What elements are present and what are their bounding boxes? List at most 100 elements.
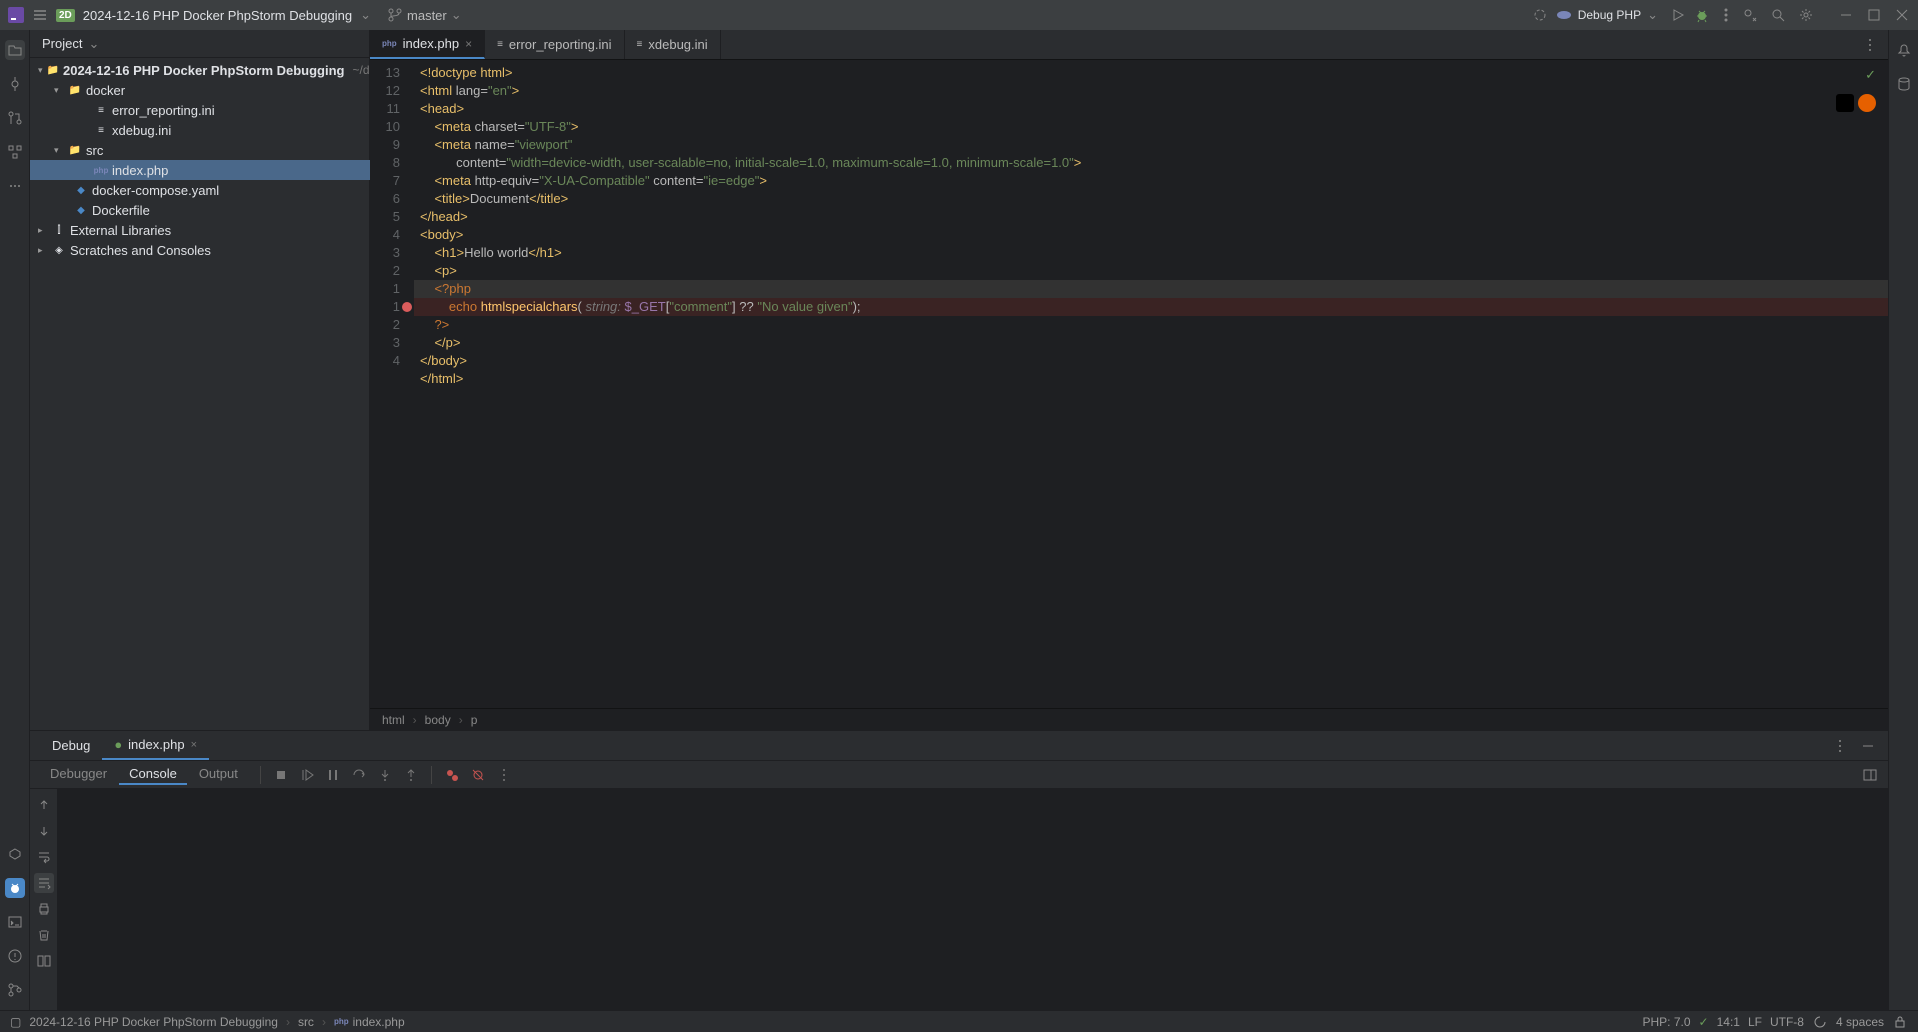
git-branch[interactable]: master ⌄ — [387, 7, 462, 23]
code-area[interactable]: ✓ 13 12 11 10 9 8 7 — [370, 60, 1888, 708]
more-tools-icon[interactable] — [5, 176, 25, 196]
project-tool-icon[interactable] — [5, 40, 25, 60]
php-version[interactable]: PHP: 7.0 — [1643, 1015, 1691, 1029]
notifications-icon[interactable] — [1894, 40, 1914, 60]
breadcrumb-item[interactable]: p — [471, 713, 478, 727]
minimize-panel-icon[interactable] — [1860, 738, 1876, 754]
stop-icon[interactable] — [273, 767, 289, 783]
close-tab-icon[interactable]: × — [465, 37, 472, 51]
library-icon: ⫿ — [52, 223, 66, 237]
minimize-icon[interactable] — [1838, 7, 1854, 23]
debug-icon[interactable] — [1694, 7, 1710, 23]
main-menu-icon[interactable] — [32, 7, 48, 23]
tree-scratches[interactable]: ▸ ◈ Scratches and Consoles — [30, 240, 370, 260]
tree-file-dockerfile[interactable]: ◆ Dockerfile — [30, 200, 370, 220]
console-subtab[interactable]: Console — [119, 764, 187, 785]
settings-icon[interactable] — [1798, 7, 1814, 23]
updates-icon[interactable] — [1532, 7, 1548, 23]
line-separator[interactable]: LF — [1748, 1015, 1762, 1029]
tree-file-error-ini[interactable]: ≡ error_reporting.ini — [30, 100, 370, 120]
breadcrumb-item[interactable]: html — [382, 713, 405, 727]
debug-more-toolbar-icon[interactable] — [496, 767, 512, 783]
scroll-down-icon[interactable] — [34, 821, 54, 841]
pause-icon[interactable] — [325, 767, 341, 783]
structure-tool-icon[interactable] — [5, 142, 25, 162]
tab-error-reporting[interactable]: ≡ error_reporting.ini — [485, 30, 624, 59]
editor-breadcrumb[interactable]: html › body › p — [370, 708, 1888, 730]
console-output[interactable] — [58, 789, 1888, 1010]
debug-more-icon[interactable] — [1832, 738, 1848, 754]
run-config-dropdown-icon: ⌄ — [1647, 7, 1658, 23]
step-into-icon[interactable] — [377, 767, 393, 783]
search-icon[interactable] — [1770, 7, 1786, 23]
maximize-icon[interactable] — [1866, 7, 1882, 23]
console-toolbar — [30, 789, 58, 1010]
vcs-tool-icon[interactable] — [5, 980, 25, 1000]
debug-toolbar: Debugger Console Output — [30, 761, 1888, 789]
gutter[interactable]: 13 12 11 10 9 8 7 6 5 4 3 2 1 — [370, 64, 414, 370]
resume-icon[interactable] — [299, 767, 315, 783]
editor-more-icon[interactable] — [1862, 37, 1878, 53]
services-tool-icon[interactable] — [5, 844, 25, 864]
diff-icon[interactable] — [34, 951, 54, 971]
tree-external-libraries[interactable]: ▸ ⫿ External Libraries — [30, 220, 370, 240]
indent-icon[interactable] — [1812, 1014, 1828, 1030]
tree-file-xdebug-ini[interactable]: ≡ xdebug.ini — [30, 120, 370, 140]
breadcrumb-item[interactable]: body — [425, 713, 451, 727]
step-out-icon[interactable] — [403, 767, 419, 783]
database-icon[interactable] — [1894, 74, 1914, 94]
close-icon[interactable] — [1894, 7, 1910, 23]
cursor-position[interactable]: 14:1 — [1717, 1015, 1740, 1029]
run-icon[interactable] — [1670, 7, 1686, 23]
scroll-to-end-icon[interactable] — [34, 873, 54, 893]
nav-bar-item[interactable]: src — [298, 1015, 314, 1029]
indent-setting[interactable]: 4 spaces — [1836, 1015, 1884, 1029]
project-dropdown-icon[interactable]: ⌄ — [360, 7, 371, 23]
tree-folder-docker[interactable]: ▾ 📁 docker — [30, 80, 370, 100]
nav-bar-home-icon[interactable]: ▢ — [10, 1015, 21, 1029]
tab-label: Debug — [52, 738, 90, 753]
project-name[interactable]: 2024-12-16 PHP Docker PhpStorm Debugging — [83, 8, 352, 23]
tab-label: index.php — [403, 36, 459, 51]
debug-tab-session[interactable]: ● index.php × — [102, 731, 209, 760]
more-actions-icon[interactable] — [1718, 7, 1734, 23]
php-file-icon: php — [382, 39, 397, 48]
readonly-icon[interactable] — [1892, 1014, 1908, 1030]
output-subtab[interactable]: Output — [189, 764, 248, 785]
run-config[interactable]: Debug PHP ⌄ — [1556, 7, 1658, 23]
project-view-dropdown-icon[interactable]: ⌄ — [88, 36, 99, 52]
terminal-tool-icon[interactable] — [5, 912, 25, 932]
interpreter-ok-icon[interactable]: ✓ — [1699, 1015, 1709, 1029]
debug-tool-icon[interactable] — [5, 878, 25, 898]
mute-breakpoints-icon[interactable] — [470, 767, 486, 783]
tree-file-index-php[interactable]: php index.php — [30, 160, 370, 180]
scroll-up-icon[interactable] — [34, 795, 54, 815]
code-with-me-icon[interactable] — [1742, 7, 1758, 23]
debugger-subtab[interactable]: Debugger — [40, 764, 117, 785]
app-icon — [8, 7, 24, 23]
commit-tool-icon[interactable] — [5, 74, 25, 94]
tree-root[interactable]: ▾ 📁 2024-12-16 PHP Docker PhpStorm Debug… — [30, 60, 370, 80]
tree-folder-src[interactable]: ▾ 📁 src — [30, 140, 370, 160]
docker-file-icon: ◆ — [74, 183, 88, 197]
project-tree[interactable]: ▾ 📁 2024-12-16 PHP Docker PhpStorm Debug… — [30, 58, 370, 730]
debug-tab-debug[interactable]: Debug — [40, 731, 102, 760]
view-breakpoints-icon[interactable] — [444, 767, 460, 783]
docker-file-icon: ◆ — [74, 203, 88, 217]
print-icon[interactable] — [34, 899, 54, 919]
close-tab-icon[interactable]: × — [191, 739, 197, 751]
problems-tool-icon[interactable] — [5, 946, 25, 966]
tab-xdebug[interactable]: ≡ xdebug.ini — [625, 30, 721, 59]
layout-icon[interactable] — [1862, 767, 1878, 783]
nav-bar-item[interactable]: php index.php — [334, 1015, 405, 1029]
nav-bar-item[interactable]: 2024-12-16 PHP Docker PhpStorm Debugging — [29, 1015, 278, 1029]
tab-index-php[interactable]: php index.php × — [370, 30, 485, 59]
tree-file-compose[interactable]: ◆ docker-compose.yaml — [30, 180, 370, 200]
file-encoding[interactable]: UTF-8 — [1770, 1015, 1804, 1029]
soft-wrap-icon[interactable] — [34, 847, 54, 867]
step-over-icon[interactable] — [351, 767, 367, 783]
clear-icon[interactable] — [34, 925, 54, 945]
pull-requests-icon[interactable] — [5, 108, 25, 128]
tab-label: error_reporting.ini — [509, 37, 612, 52]
code-lines[interactable]: <!doctype html> <html lang="en"> <head> … — [414, 64, 1888, 388]
